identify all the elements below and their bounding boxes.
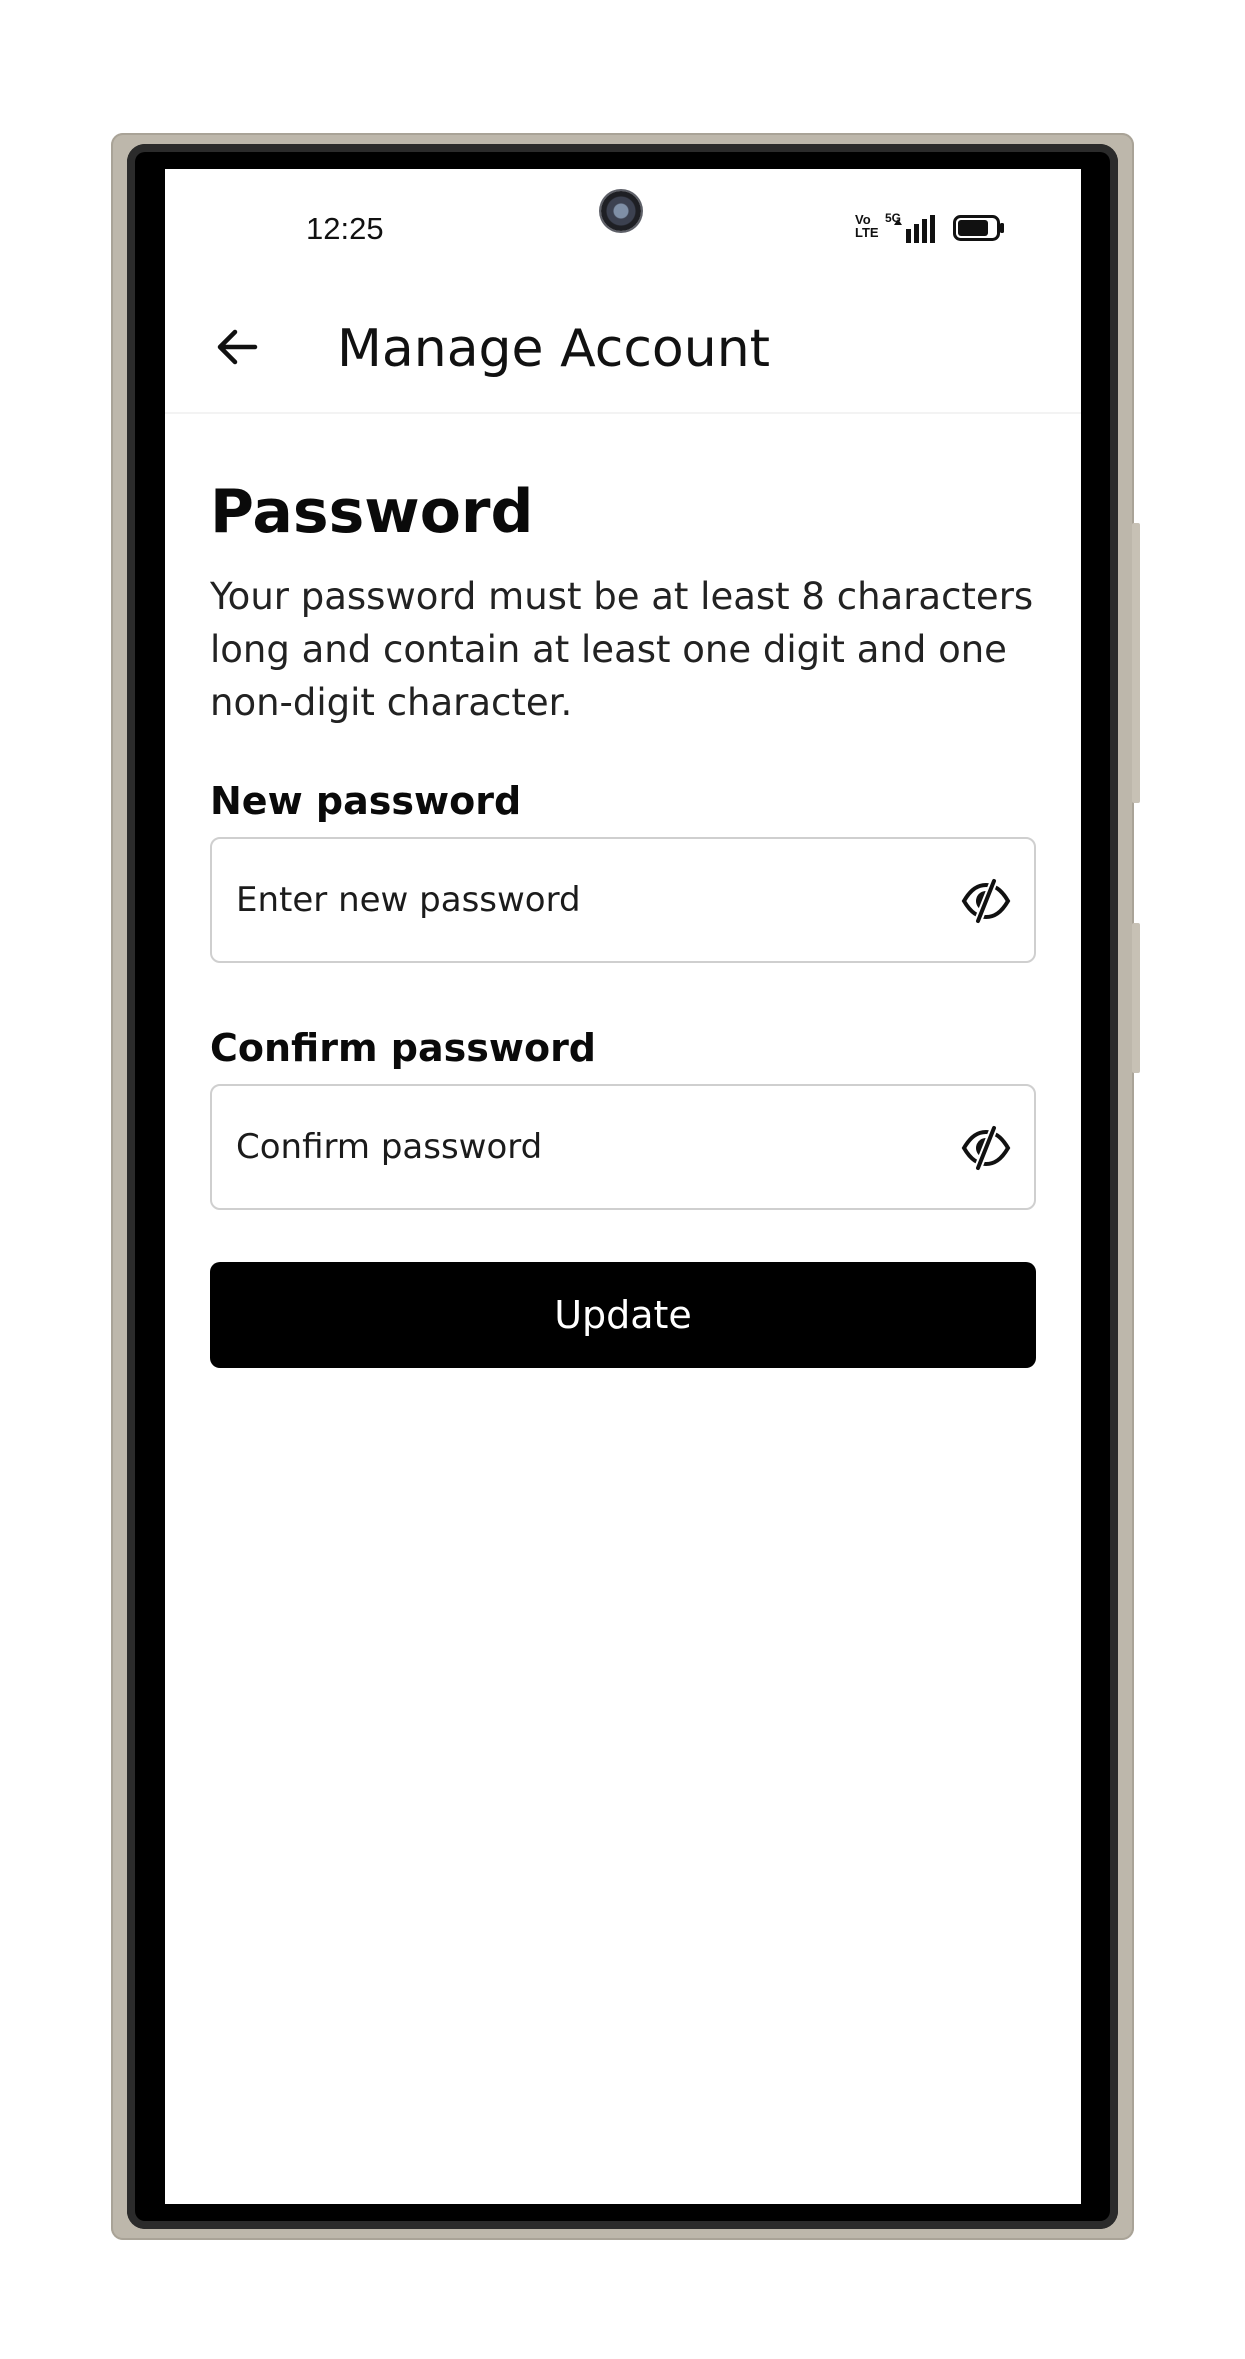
status-bar: 12:25 Vo LTE 5G xyxy=(165,169,1081,289)
app-title: Manage Account xyxy=(337,319,771,379)
new-password-field-container xyxy=(210,837,1036,963)
app-bar: Manage Account xyxy=(165,289,1081,414)
stage: 12:25 Vo LTE 5G Manage Account Password … xyxy=(0,0,1245,2359)
page-title: Password xyxy=(210,477,534,547)
new-password-input[interactable] xyxy=(236,839,916,961)
eye-off-icon xyxy=(961,877,1011,925)
volte-icon: Vo LTE xyxy=(855,212,879,240)
signal-icon xyxy=(894,215,935,243)
new-password-visibility-toggle[interactable] xyxy=(958,873,1014,929)
eye-off-icon xyxy=(961,1124,1011,1172)
battery-icon xyxy=(953,215,1004,241)
power-button xyxy=(1132,923,1140,1073)
new-password-label: New password xyxy=(210,779,522,823)
arrow-left-icon xyxy=(217,329,258,365)
confirm-password-input[interactable] xyxy=(236,1086,916,1208)
volume-button xyxy=(1132,523,1140,803)
confirm-password-field-container xyxy=(210,1084,1036,1210)
status-time: 12:25 xyxy=(306,211,384,246)
phone-screen: 12:25 Vo LTE 5G Manage Account Password … xyxy=(165,169,1081,2204)
confirm-password-label: Confirm password xyxy=(210,1026,597,1070)
back-button[interactable] xyxy=(201,311,273,383)
update-button[interactable]: Update xyxy=(210,1262,1036,1368)
password-form: Password Your password must be at least … xyxy=(210,474,1036,1368)
front-camera xyxy=(601,191,641,231)
password-requirements: Your password must be at least 8 charact… xyxy=(210,575,1034,724)
confirm-password-visibility-toggle[interactable] xyxy=(958,1120,1014,1176)
